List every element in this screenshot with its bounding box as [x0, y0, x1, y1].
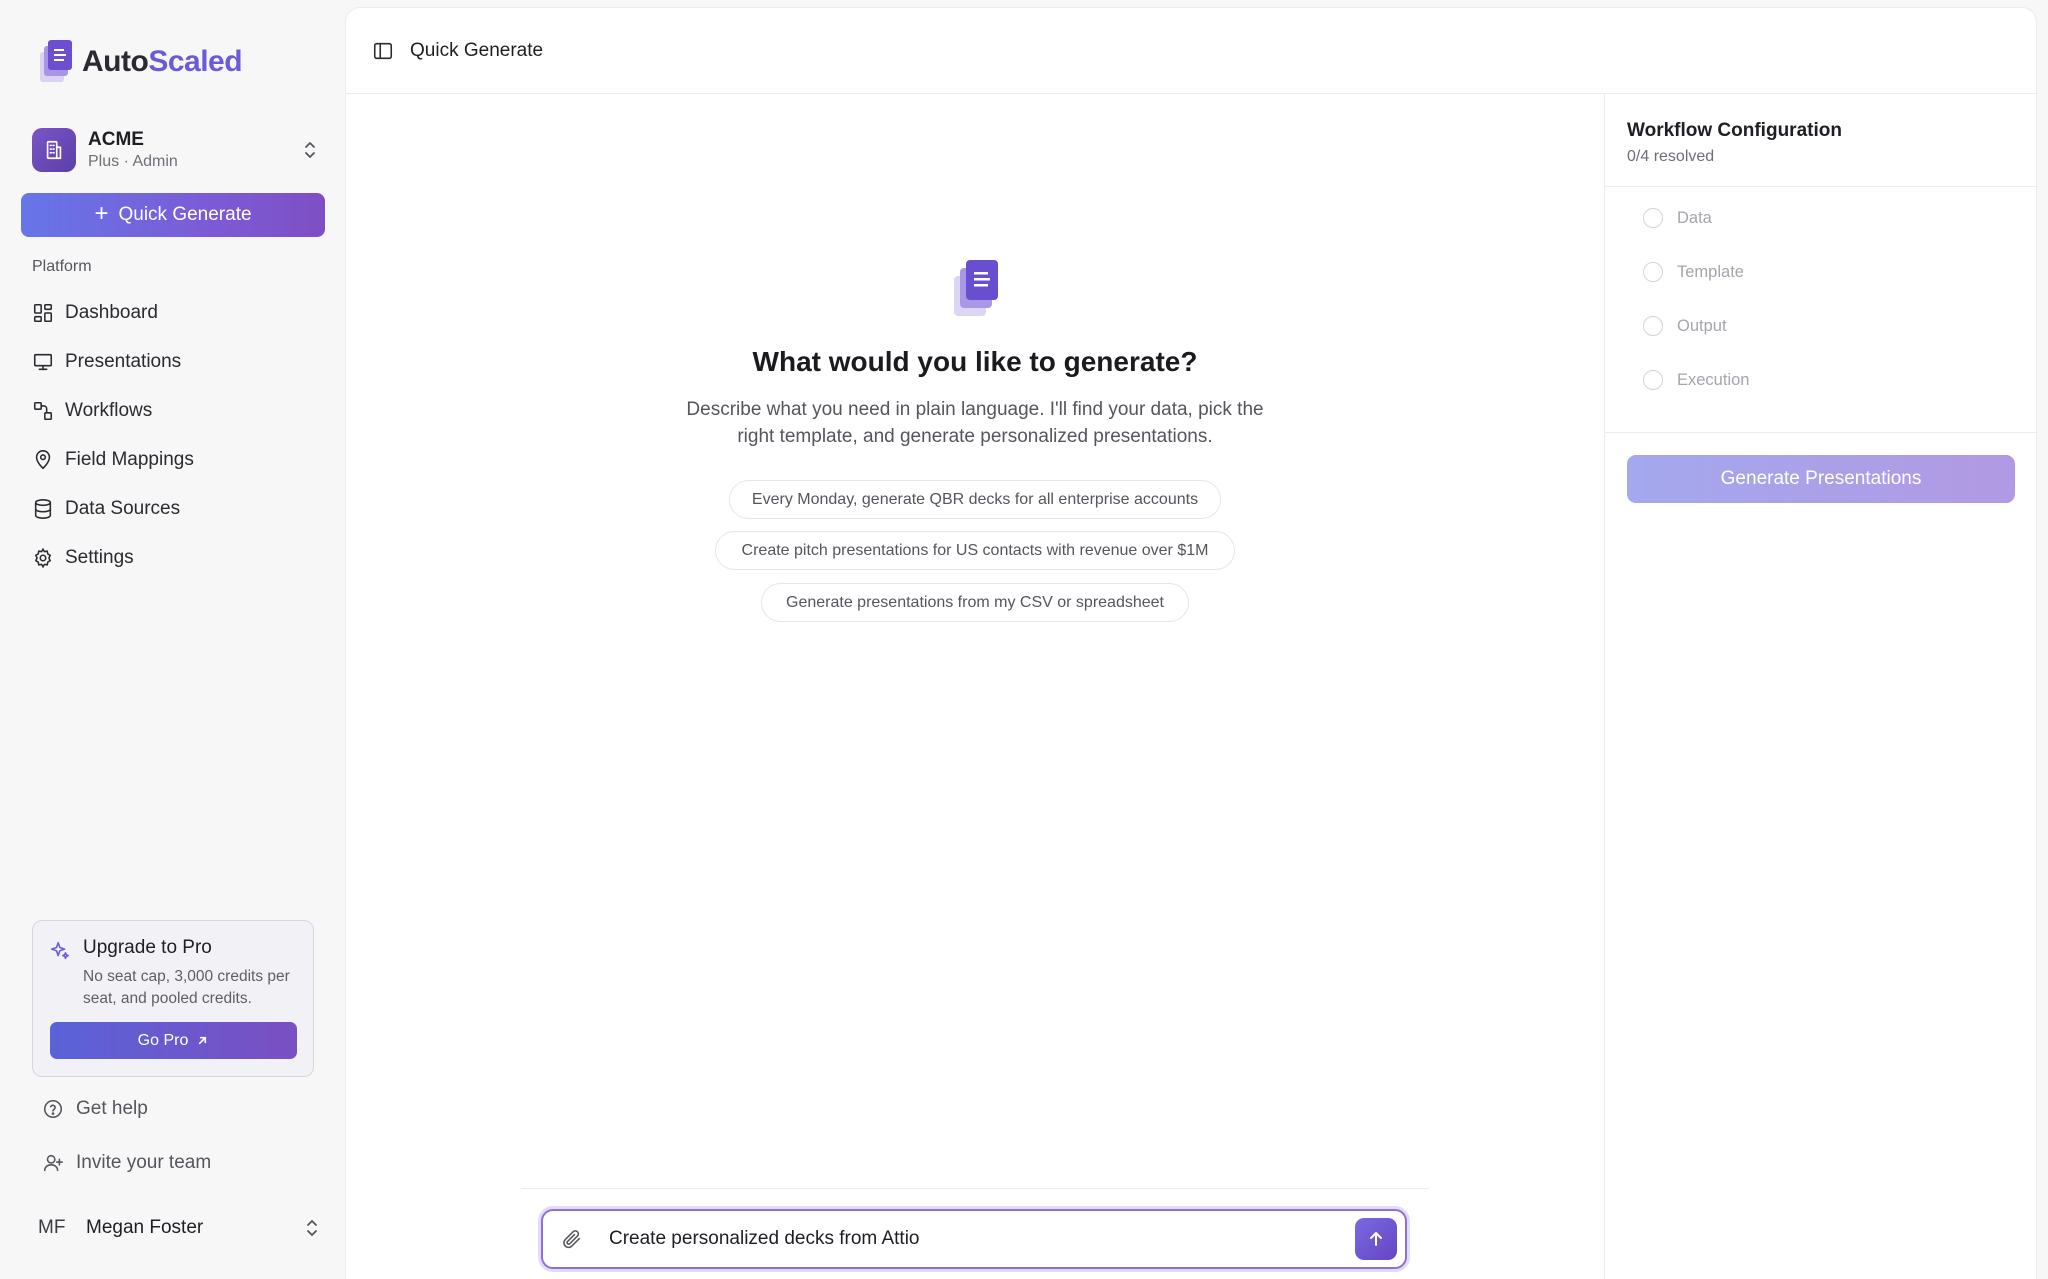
building-icon — [32, 128, 76, 172]
sidebar-item-presentations[interactable]: Presentations — [32, 337, 322, 386]
step-data: Data — [1643, 206, 1712, 230]
upgrade-description: No seat cap, 3,000 credits per seat, and… — [83, 968, 290, 1007]
sidebar-item-data-sources[interactable]: Data Sources — [32, 484, 322, 533]
divider — [521, 1188, 1429, 1189]
topbar: Quick Generate — [346, 8, 2036, 94]
sparkles-icon — [50, 941, 70, 960]
map-pin-icon — [35, 449, 51, 469]
quick-generate-label: Quick Generate — [118, 204, 252, 225]
step-label: Output — [1677, 316, 1727, 335]
user-name: Megan Foster — [86, 1217, 204, 1238]
upgrade-title: Upgrade to Pro — [83, 937, 212, 958]
user-menu[interactable]: MF Megan Foster — [38, 1213, 322, 1243]
quick-generate-button[interactable]: + Quick Generate — [21, 193, 325, 237]
step-execution: Execution — [1643, 368, 1749, 392]
user-plus-icon — [43, 1154, 63, 1172]
generate-presentations-button[interactable]: Generate Presentations — [1627, 455, 2015, 503]
prompt-input[interactable] — [609, 1219, 1355, 1259]
org-name: ACME — [88, 129, 144, 150]
suggestion-chip[interactable]: Create pitch presentations for US contac… — [715, 531, 1235, 570]
chevron-up-down-icon — [302, 1216, 322, 1240]
sidebar-item-workflows[interactable]: Workflows — [32, 386, 322, 435]
sidebar-item-settings[interactable]: Settings — [32, 533, 322, 582]
workflow-title: Workflow Configuration — [1627, 120, 1842, 141]
sidebar-item-label: Presentations — [65, 350, 182, 372]
radio-unchecked-icon — [1643, 208, 1663, 228]
hero-description: Describe what you need in plain language… — [686, 399, 1264, 447]
presentation-icon — [33, 353, 53, 370]
sidebar-item-field-mappings[interactable]: Field Mappings — [32, 435, 322, 484]
send-button[interactable] — [1355, 1218, 1397, 1260]
workflow-config-panel: Workflow Configuration 0/4 resolved Data… — [1604, 94, 2037, 1279]
document-stack-icon — [954, 260, 998, 316]
go-pro-button[interactable]: Go Pro — [50, 1022, 297, 1059]
step-label: Template — [1677, 262, 1744, 281]
sidebar-toggle-icon[interactable] — [372, 40, 394, 62]
paperclip-icon[interactable] — [561, 1228, 583, 1250]
radio-unchecked-icon — [1643, 316, 1663, 336]
suggestion-chip[interactable]: Every Monday, generate QBR decks for all… — [729, 480, 1221, 519]
sidebar-item-dashboard[interactable]: Dashboard — [32, 288, 322, 337]
chevron-up-down-icon — [300, 138, 320, 162]
sidebar-item-label: Dashboard — [65, 301, 158, 323]
suggestion-chip[interactable]: Generate presentations from my CSV or sp… — [761, 583, 1189, 622]
go-pro-label: Go Pro — [137, 1031, 189, 1049]
logo-icon — [38, 38, 74, 86]
brand-logo[interactable]: AutoScaled — [38, 38, 243, 86]
radio-unchecked-icon — [1643, 370, 1663, 390]
get-help-link[interactable]: Get help — [42, 1098, 148, 1120]
avatar: MF — [38, 1217, 66, 1238]
dashboard-icon — [33, 303, 53, 322]
sidebar-nav: Dashboard Presentations Workflows Field … — [32, 288, 322, 582]
divider — [1605, 432, 2037, 433]
upgrade-card: Upgrade to Pro No seat cap, 3,000 credit… — [32, 920, 314, 1077]
step-label: Data — [1677, 208, 1712, 227]
get-help-label: Get help — [76, 1098, 148, 1119]
workflow-status: 0/4 resolved — [1627, 148, 1715, 165]
sidebar-item-label: Settings — [65, 546, 134, 568]
gear-icon — [34, 547, 52, 568]
invite-team-label: Invite your team — [76, 1152, 212, 1173]
chat-area: What would you like to generate? Describ… — [346, 94, 1604, 1279]
workflow-icon — [33, 401, 53, 420]
step-label: Execution — [1677, 370, 1750, 389]
arrow-up-icon — [1370, 1232, 1382, 1246]
org-plan: Plus · Admin — [88, 153, 178, 170]
divider — [1605, 186, 2037, 187]
step-template: Template — [1643, 260, 1744, 284]
section-label-platform: Platform — [32, 258, 92, 275]
sidebar-item-label: Workflows — [65, 399, 153, 421]
org-switcher[interactable]: ACME Plus · Admin — [32, 126, 320, 174]
invite-team-link[interactable]: Invite your team — [42, 1152, 211, 1174]
main-panel: Quick Generate What would you like to ge… — [346, 8, 2037, 1279]
page-title: Quick Generate — [410, 39, 544, 61]
step-output: Output — [1643, 314, 1727, 338]
prompt-composer — [541, 1209, 1407, 1269]
hero-title: What would you like to generate? — [752, 346, 1198, 377]
database-icon — [34, 498, 52, 519]
radio-unchecked-icon — [1643, 262, 1663, 282]
arrow-up-right-icon — [199, 1036, 207, 1045]
brand-name: AutoScaled — [82, 45, 243, 78]
help-circle-icon — [43, 1099, 63, 1119]
sidebar-item-label: Data Sources — [65, 497, 181, 519]
plus-icon: + — [94, 200, 109, 227]
sidebar-item-label: Field Mappings — [65, 448, 194, 470]
sidebar: AutoScaled ACME Plus · Admin + Quick Gen… — [0, 0, 346, 1279]
